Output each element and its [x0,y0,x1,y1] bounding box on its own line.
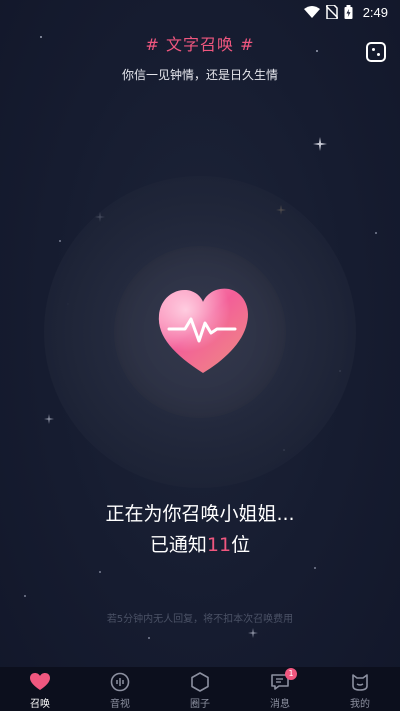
tab-label: 消息 [270,699,290,710]
notified-count: 11 [206,534,232,556]
bottom-tabbar: 召唤 音视 圈子 1 消息 我的 [0,667,400,711]
star-dot [148,637,150,639]
heart-pulse-icon [158,288,249,373]
no-sim-icon [325,5,338,19]
tab-label: 我的 [350,699,370,710]
dice-button[interactable] [366,42,386,62]
tab-messages[interactable]: 1 消息 [240,667,320,711]
status-bar: 2:49 [0,0,400,24]
summon-screen: 2:49 # 文字召唤 # 你信一见钟情，还是日久生情 正在为你召唤小姐姐...… [0,0,400,711]
star-dot [316,50,318,52]
notified-prefix: 已通知 [149,534,207,556]
refund-note: 若5分钟内无人回复，将不扣本次召唤费用 [106,614,294,625]
star-dot [99,571,101,573]
page-title: # 文字召唤 # [145,35,255,54]
tab-me[interactable]: 我的 [320,667,400,711]
tab-label: 圈子 [190,699,210,710]
star-dot [40,36,42,38]
message-icon: 1 [269,668,297,693]
calling-status: 正在为你召唤小姐姐... [105,503,295,525]
page-subtitle: 你信一见钟情，还是日久生情 [121,68,278,82]
star-dot [314,567,316,569]
hexagon-icon [189,671,211,693]
sparkle-icon [44,414,54,424]
tab-summon[interactable]: 召唤 [0,667,80,711]
sparkle-icon [313,137,327,151]
notified-status: 已通知11位 [0,530,400,557]
status-time: 2:49 [362,4,388,20]
wifi-icon [303,6,320,18]
cat-face-icon [349,671,371,693]
audio-video-icon [109,671,131,693]
heart-icon [29,671,51,693]
star-dot [59,240,61,242]
tab-label: 召唤 [30,699,50,710]
sparkle-icon [248,628,258,638]
tab-label: 音视 [110,699,130,710]
tab-audio-video[interactable]: 音视 [80,667,160,711]
notified-suffix: 位 [231,534,251,556]
star-dot [375,232,377,234]
battery-icon [344,5,353,19]
tab-circle[interactable]: 圈子 [160,667,240,711]
star-dot [24,595,26,597]
unread-badge: 1 [285,668,297,680]
